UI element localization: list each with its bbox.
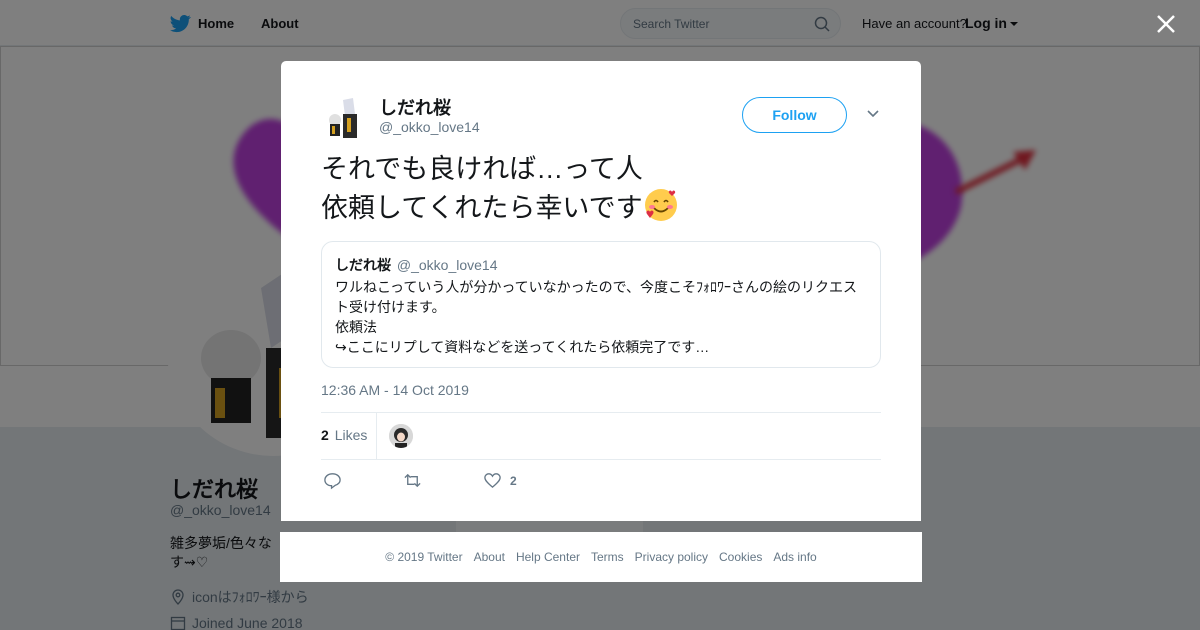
close-icon[interactable] — [1154, 12, 1178, 36]
follow-button[interactable]: Follow — [742, 97, 847, 133]
retweet-button[interactable] — [403, 471, 422, 490]
tweet-modal: しだれ桜 @_okko_love14 Follow それでも良ければ…って人 依… — [281, 61, 921, 521]
author-handle[interactable]: @_okko_love14 — [379, 119, 480, 135]
copyright-text: © 2019 Twitter — [385, 550, 463, 564]
footer-link-about[interactable]: About — [474, 550, 505, 564]
quoted-author-name: しだれ桜 — [335, 257, 391, 273]
quoted-tweet-line: ト受け付けます。 — [335, 299, 446, 315]
footer-link-terms[interactable]: Terms — [591, 550, 624, 564]
quoted-tweet-line: 依頼法 — [335, 319, 377, 335]
tweet-text-line-2: 依頼してくれたら幸いです — [321, 187, 881, 226]
like-action-count: 2 — [510, 473, 517, 488]
author-avatar-illustration — [321, 94, 369, 142]
tweet-text-line: それでも良ければ…って人 — [321, 154, 643, 184]
quoted-tweet[interactable]: しだれ桜 @_okko_love14 ワルねこっていう人が分かっていなかったので… — [321, 241, 881, 368]
like-button[interactable]: 2 — [483, 471, 517, 490]
likes-count: 2 — [321, 427, 329, 443]
tweet-timestamp[interactable]: 12:36 AM - 14 Oct 2019 — [321, 382, 469, 398]
tweet-text: それでも良ければ…って人 依頼してくれたら幸いです — [321, 152, 881, 226]
footer-link-privacy-policy[interactable]: Privacy policy — [635, 550, 708, 564]
retweet-icon — [404, 473, 421, 488]
quoted-tweet-header: しだれ桜 @_okko_love14 — [335, 255, 867, 275]
liker-avatar-illustration — [389, 424, 413, 448]
reply-icon — [324, 473, 341, 490]
author-avatar[interactable] — [321, 94, 369, 142]
modal-footer: © 2019 Twitter About Help Center Terms P… — [280, 532, 922, 582]
stats-divider — [376, 413, 377, 460]
tweet-actions: 2 — [321, 471, 881, 493]
quoted-author-handle: @_okko_love14 — [396, 257, 498, 273]
heart-icon — [484, 473, 501, 489]
tweet-stats: 2 Likes — [321, 412, 881, 460]
liker-avatar[interactable] — [389, 424, 413, 448]
footer-link-help-center[interactable]: Help Center — [516, 550, 580, 564]
likes-label: Likes — [334, 427, 368, 443]
reply-button[interactable] — [323, 471, 342, 490]
footer-link-cookies[interactable]: Cookies — [719, 550, 762, 564]
tweet-text-line: 依頼してくれたら幸いです — [321, 193, 643, 223]
quoted-tweet-line: ↪ここにリプして資料などを送ってくれたら依頼完了です… — [335, 339, 710, 355]
likes-stat[interactable]: 2 Likes — [321, 427, 367, 443]
chevron-down-icon[interactable] — [866, 109, 880, 119]
smiling-face-with-hearts-icon — [644, 189, 677, 221]
author-name[interactable]: しだれ桜 — [379, 94, 451, 120]
quoted-tweet-line: ワルねこっていう人が分かっていなかったので、今度こそﾌｫﾛﾜｰさんの絵のリクエス — [335, 279, 858, 295]
footer-link-ads-info[interactable]: Ads info — [773, 550, 816, 564]
